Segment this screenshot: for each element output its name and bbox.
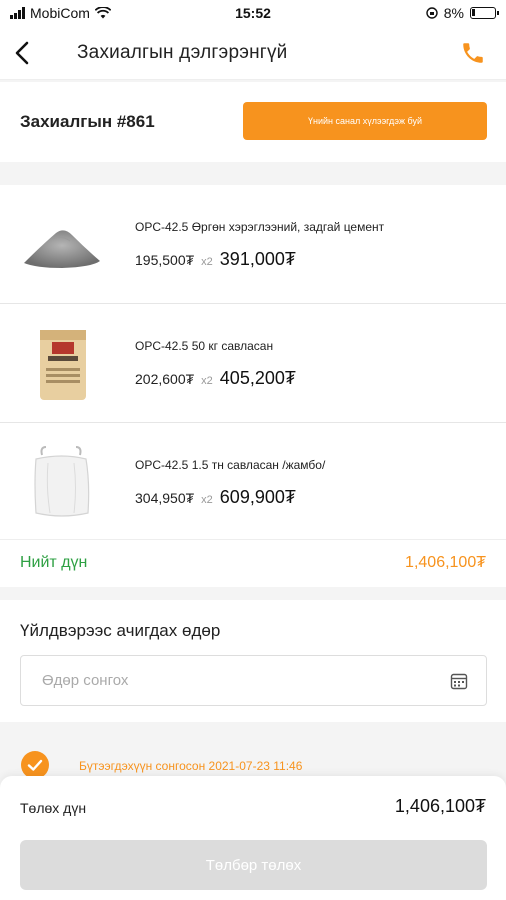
battery-percent: 8% [443, 5, 464, 21]
quote-status-button[interactable]: Үнийн санал хүлээгдэж буй [243, 102, 487, 140]
payment-panel: Төлөх дүн 1,406,100₮ Төлбөр төлөх [0, 776, 506, 900]
product-list: OPC-42.5 Өргөн хэрэглээний, задгай цемен… [0, 185, 506, 542]
check-icon [21, 751, 49, 779]
order-total-row: Нийт дүн 1,406,100₮ [0, 539, 506, 587]
cement-pile-image [24, 230, 100, 268]
cement-bag-image [40, 330, 86, 400]
product-quantity: x2 [201, 256, 213, 268]
calendar-icon[interactable] [450, 672, 468, 690]
page-title: Захиалгын дэлгэрэнгүй [77, 42, 288, 63]
product-name: OPC-42.5 50 кг савласан [135, 339, 274, 353]
product-quantity: x2 [201, 494, 213, 506]
product-total: 391,000₮ [219, 249, 296, 269]
product-name: OPC-42.5 Өргөн хэрэглээний, задгай цемен… [135, 220, 385, 234]
product-item[interactable]: OPC-42.5 50 кг савласан 202,600₮ x2 405,… [0, 304, 506, 423]
product-total: 609,900₮ [219, 487, 296, 507]
product-price-row: 202,600₮ x2 405,200₮ [135, 368, 296, 389]
product-unit-price: 304,950₮ [135, 490, 195, 506]
status-right: 8% [426, 5, 499, 21]
status-bar: MobiCom 15:52 8% [0, 0, 506, 28]
phone-icon[interactable] [460, 40, 486, 66]
product-quantity: x2 [201, 375, 213, 387]
payment-label: Төлөх дүн [20, 800, 87, 816]
shipping-date-label: Үйлдвэрээс ачигдах өдөр [20, 621, 221, 640]
jumbo-bag-image [34, 446, 90, 517]
chevron-left-icon[interactable] [8, 38, 38, 68]
product-item[interactable]: OPC-42.5 1.5 тн савласан /жамбо/ 304,950… [0, 423, 506, 542]
status-text: Бүтээгдэхүүн сонгосон 2021-07-23 11:46 [79, 759, 303, 773]
product-price-row: 304,950₮ x2 609,900₮ [135, 487, 296, 508]
shipping-date-section: Үйлдвэрээс ачигдах өдөр Өдөр сонгох [0, 600, 506, 722]
battery-icon [470, 7, 499, 19]
total-label: Нийт дүн [20, 554, 88, 571]
order-number: Захиалгын #861 [20, 112, 155, 131]
pay-button[interactable]: Төлбөр төлөх [20, 840, 487, 890]
product-unit-price: 195,500₮ [135, 252, 195, 268]
product-total: 405,200₮ [219, 368, 296, 388]
product-item[interactable]: OPC-42.5 Өргөн хэрэглээний, задгай цемен… [0, 185, 506, 304]
order-header: Захиалгын #861 Үнийн санал хүлээгдэж буй [0, 82, 506, 162]
nav-bar: Захиалгын дэлгэрэнгүй [0, 28, 506, 80]
date-picker-field[interactable]: Өдөр сонгох [20, 655, 487, 706]
product-price-row: 195,500₮ x2 391,000₮ [135, 249, 296, 270]
total-value: 1,406,100₮ [405, 554, 486, 571]
orientation-lock-icon [426, 7, 438, 19]
date-placeholder: Өдөр сонгох [42, 672, 129, 689]
product-unit-price: 202,600₮ [135, 371, 195, 387]
payment-amount: 1,406,100₮ [394, 796, 486, 816]
product-name: OPC-42.5 1.5 тн савласан /жамбо/ [135, 458, 326, 472]
